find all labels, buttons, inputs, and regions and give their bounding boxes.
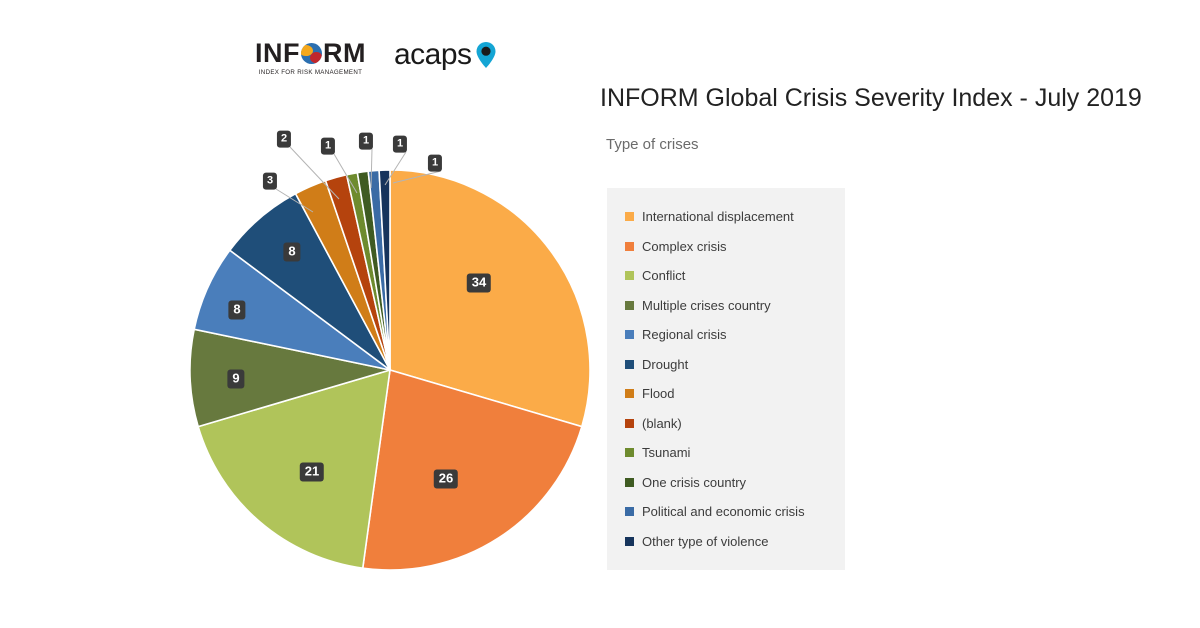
legend-item-label: Complex crisis [642, 238, 727, 254]
pie-slice-value-label: 1 [427, 154, 443, 172]
chart-legend: International displacement Complex crisis… [607, 188, 845, 570]
pie-slice-value-label: 3 [262, 172, 278, 190]
chart-subtitle: Type of crises [606, 136, 699, 153]
pie-slice-value-label: 1 [358, 132, 374, 150]
legend-swatch-icon [625, 300, 634, 310]
legend-item[interactable]: Other type of violence [607, 527, 845, 557]
legend-item[interactable]: Conflict [607, 261, 845, 291]
legend-item[interactable]: Complex crisis [607, 232, 845, 262]
legend-item[interactable]: Regional crisis [607, 320, 845, 350]
pie-slice-value-label: 26 [433, 469, 459, 489]
pie-slice-value-label: 1 [392, 135, 408, 153]
legend-swatch-icon [625, 359, 634, 369]
legend-swatch-icon [625, 330, 634, 340]
legend-item[interactable]: International displacement [607, 202, 845, 232]
legend-swatch-icon [625, 418, 634, 428]
legend-item-label: Drought [642, 356, 689, 372]
legend-swatch-icon [625, 536, 634, 546]
legend-item-label: Political and economic crisis [642, 504, 805, 520]
pie-slice-value-label: 21 [299, 462, 325, 482]
legend-item-label: (blank) [642, 415, 682, 431]
pie-slice-value-label: 1 [320, 137, 336, 155]
legend-item-label: One crisis country [642, 474, 747, 490]
pie-slice-value-label: 2 [276, 130, 292, 148]
legend-swatch-icon [625, 241, 634, 251]
legend-item-label: Conflict [642, 268, 686, 284]
legend-item-label: Multiple crises country [642, 297, 771, 313]
legend-swatch-icon [625, 389, 634, 399]
pie-slice-value-label: 9 [227, 369, 245, 389]
legend-swatch-icon [625, 212, 634, 222]
legend-item-label: Flood [642, 386, 675, 402]
pie-chart-svg [189, 146, 591, 571]
legend-item[interactable]: (blank) [607, 409, 845, 439]
legend-swatch-icon [625, 271, 634, 281]
legend-item-label: Regional crisis [642, 327, 727, 343]
legend-swatch-icon [625, 477, 634, 487]
legend-swatch-icon [625, 507, 634, 517]
legend-item[interactable]: One crisis country [607, 468, 845, 498]
page-title: INFORM Global Crisis Severity Index - Ju… [600, 84, 1142, 112]
legend-item[interactable]: Tsunami [607, 438, 845, 468]
pie-slice-value-label: 8 [228, 300, 246, 320]
pie-chart: 34 26 21 9 8 8 3 2 1 1 1 1 [0, 0, 600, 628]
pie-slice-value-label: 8 [283, 242, 301, 262]
legend-item[interactable]: Multiple crises country [607, 291, 845, 321]
pie-slice-value-label: 34 [466, 273, 492, 293]
legend-item[interactable]: Political and economic crisis [607, 497, 845, 527]
legend-item[interactable]: Flood [607, 379, 845, 409]
legend-item[interactable]: Drought [607, 350, 845, 380]
legend-item-label: Tsunami [642, 445, 691, 461]
legend-item-label: Other type of violence [642, 533, 769, 549]
legend-swatch-icon [625, 448, 634, 458]
legend-item-label: International displacement [642, 209, 794, 225]
